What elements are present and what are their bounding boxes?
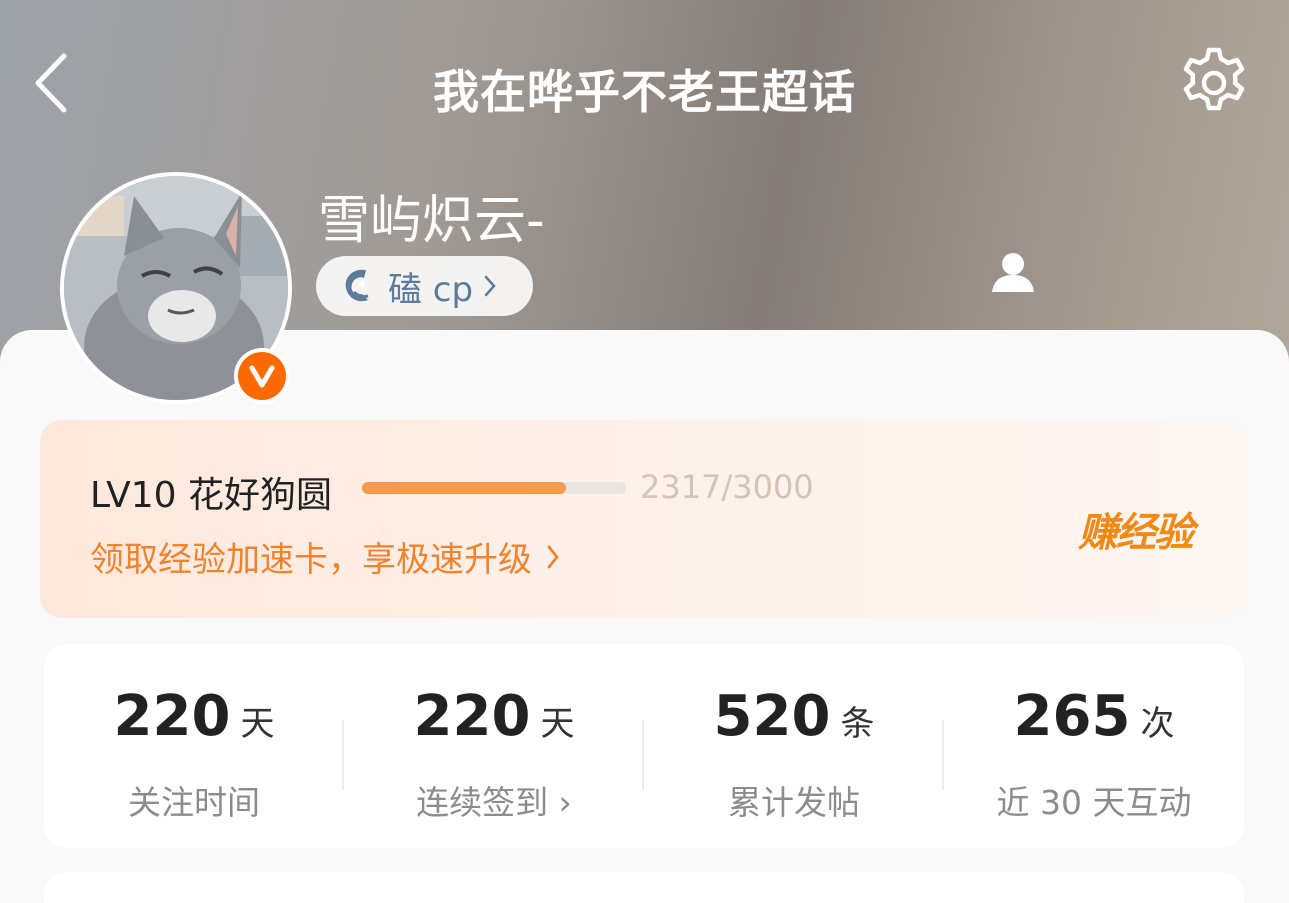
cp-tag-button[interactable]: 磕 cp (316, 256, 533, 316)
stats-card: 220 天 关注时间 220 天 连续签到 › 520 条 累计发帖 265 次 近 3… (44, 644, 1244, 848)
stat-unit: 天 (240, 704, 275, 744)
level-text: LV10 花好狗圆 (90, 475, 332, 516)
cp-tag-label: 磕 cp (388, 269, 474, 310)
next-card (44, 872, 1244, 903)
stat-checkin-streak[interactable]: 220 天 连续签到 › (344, 644, 644, 848)
earn-exp-button[interactable]: 赚经验 (1078, 500, 1194, 558)
stat-total-posts: 520 条 累计发帖 (644, 644, 944, 848)
stat-label: 累计发帖 (728, 783, 860, 822)
stat-unit: 次 (1140, 704, 1175, 744)
back-button[interactable] (28, 50, 84, 116)
stat-value: 220 (413, 684, 531, 749)
level-progress-bar (362, 482, 626, 494)
stat-value: 220 (113, 684, 231, 749)
chevron-right-icon (484, 275, 496, 297)
stat-value: 520 (713, 684, 831, 749)
level-progress-fill (362, 482, 566, 494)
user-name: 雪屿炽云- (318, 191, 545, 251)
exp-boost-label: 领取经验加速卡，享极速升级 (90, 540, 532, 580)
level-progress-text: 2317/3000 (640, 468, 814, 506)
settings-button[interactable] (1175, 44, 1253, 122)
level-card[interactable]: LV10 花好狗圆 2317/3000 领取经验加速卡，享极速升级 赚经验 (40, 420, 1247, 618)
fish-icon (345, 269, 369, 302)
stat-unit: 天 (540, 704, 575, 744)
verified-badge (234, 348, 290, 404)
person-icon[interactable] (990, 250, 1036, 296)
verified-v-icon (249, 365, 275, 388)
stat-label: 连续签到 › (416, 783, 572, 822)
stat-interactions: 265 次 近 30 天互动 (944, 644, 1244, 848)
stat-follow-time: 220 天 关注时间 (44, 644, 344, 848)
chevron-right-icon (547, 545, 559, 568)
stat-label: 关注时间 (128, 783, 260, 822)
gear-icon (1183, 47, 1245, 111)
chevron-left-icon (35, 53, 67, 113)
stat-value: 265 (1013, 684, 1131, 749)
stat-unit: 条 (840, 704, 875, 744)
stat-label: 近 30 天互动 (996, 783, 1192, 822)
exp-boost-link[interactable]: 领取经验加速卡，享极速升级 (90, 532, 560, 581)
